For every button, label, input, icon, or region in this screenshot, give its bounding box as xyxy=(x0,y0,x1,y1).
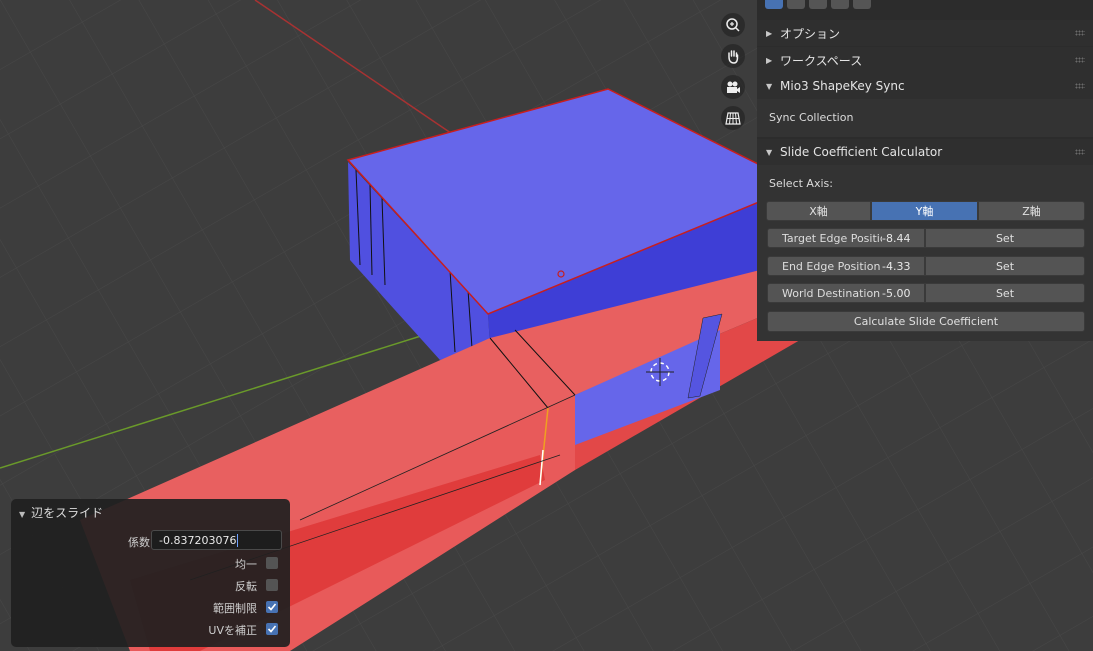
factor-input[interactable]: -0.837203076 xyxy=(151,530,282,550)
expanded-arrow-icon: ▼ xyxy=(766,147,773,157)
tool-toggles xyxy=(765,0,871,10)
drag-grip-icon[interactable] xyxy=(1075,30,1085,36)
drag-grip-icon[interactable] xyxy=(1075,57,1085,63)
correct-uv-label: UVを補正 xyxy=(208,624,257,637)
zoom-in-icon[interactable] xyxy=(721,13,745,37)
select-axis-label: Select Axis: xyxy=(769,177,833,190)
panel-title: オプション xyxy=(780,26,841,41)
factor-label: 係数 xyxy=(128,536,150,549)
clamp-checkbox[interactable] xyxy=(266,601,278,613)
field-value: -4.33 xyxy=(882,259,911,273)
drag-grip-icon[interactable] xyxy=(1075,83,1085,89)
field-label: Target Edge Positio xyxy=(782,231,882,245)
world-destination-field[interactable]: World Destination -5.00 xyxy=(767,283,925,303)
even-checkbox[interactable] xyxy=(266,557,278,569)
grid-icon[interactable] xyxy=(721,106,745,130)
field-value: -5.00 xyxy=(882,286,911,300)
axis-x-button[interactable]: X軸 xyxy=(766,201,871,221)
axis-z-button[interactable]: Z軸 xyxy=(978,201,1085,221)
flip-checkbox[interactable] xyxy=(266,579,278,591)
select-mode-icon[interactable] xyxy=(853,0,871,9)
panel-options[interactable]: ▶ オプション xyxy=(757,20,1093,46)
panel-shapekey-sync[interactable]: ▼ Mio3 ShapeKey Sync xyxy=(757,73,1093,99)
drag-grip-icon[interactable] xyxy=(1075,149,1085,155)
text-caret xyxy=(237,533,239,547)
camera-icon[interactable] xyxy=(721,75,745,99)
collapsed-arrow-icon: ▶ xyxy=(766,55,773,65)
shapekey-sync-body: Sync Collection xyxy=(757,99,1093,137)
clamp-label: 範囲制限 xyxy=(213,602,257,615)
panel-slide-calculator[interactable]: ▼ Slide Coefficient Calculator xyxy=(757,139,1093,165)
field-label: World Destination xyxy=(782,286,881,300)
even-label: 均一 xyxy=(235,558,257,571)
set-end-edge-button[interactable]: Set xyxy=(925,256,1085,276)
panel-title: Mio3 ShapeKey Sync xyxy=(780,79,905,93)
expanded-arrow-icon: ▼ xyxy=(19,510,26,519)
flip-label: 反転 xyxy=(235,580,257,593)
redo-panel-header[interactable]: ▼ 辺をスライド xyxy=(19,504,103,521)
adjust-last-operation-panel: ▼ 辺をスライド 係数 -0.837203076 均一 反転 範囲制限 UVを補正 xyxy=(11,499,290,647)
select-mode-icon[interactable] xyxy=(809,0,827,9)
field-value: -8.44 xyxy=(882,231,911,245)
axis-y-button[interactable]: Y軸 xyxy=(871,201,978,221)
check-icon xyxy=(267,603,277,611)
select-mode-icon[interactable] xyxy=(831,0,849,9)
expanded-arrow-icon: ▼ xyxy=(766,81,773,91)
target-edge-position-field[interactable]: Target Edge Positio -8.44 xyxy=(767,228,925,248)
set-target-edge-button[interactable]: Set xyxy=(925,228,1085,248)
hand-icon[interactable] xyxy=(721,44,745,68)
calculate-slide-coefficient-button[interactable]: Calculate Slide Coefficient xyxy=(767,311,1085,332)
panel-workspace[interactable]: ▶ ワークスペース xyxy=(757,47,1093,73)
correct-uv-checkbox[interactable] xyxy=(266,623,278,635)
end-edge-position-field[interactable]: End Edge Position -4.33 xyxy=(767,256,925,276)
panel-title: ワークスペース xyxy=(780,53,863,68)
sync-collection-label: Sync Collection xyxy=(769,111,854,124)
set-world-destination-button[interactable]: Set xyxy=(925,283,1085,303)
redo-panel-title: 辺をスライド xyxy=(31,506,104,520)
select-mode-icon[interactable] xyxy=(765,0,783,9)
collapsed-arrow-icon: ▶ xyxy=(766,28,773,38)
factor-value: -0.837203076 xyxy=(159,533,237,547)
field-label: End Edge Position xyxy=(782,259,881,273)
panel-title: Slide Coefficient Calculator xyxy=(780,145,943,159)
check-icon xyxy=(267,625,277,633)
select-mode-icon[interactable] xyxy=(787,0,805,9)
